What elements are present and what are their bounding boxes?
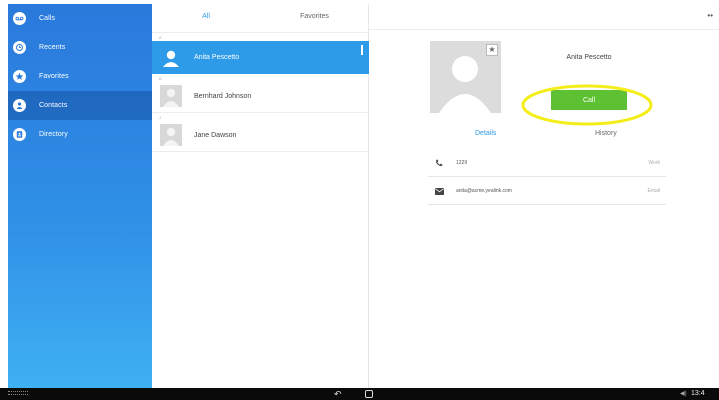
volume-icon: ◀)	[680, 391, 687, 397]
email-icon	[435, 182, 445, 200]
sidebar-item-calls[interactable]: Calls	[8, 4, 152, 33]
tab-details[interactable]: Details	[475, 130, 496, 137]
back-icon[interactable]: ↶	[334, 388, 342, 400]
sidebar-item-contacts[interactable]: Contacts	[8, 91, 152, 120]
scroll-handle[interactable]	[361, 45, 363, 55]
phone-row[interactable]: 1229 Work	[428, 149, 666, 177]
divider	[369, 29, 719, 30]
avatar	[160, 85, 182, 107]
avatar	[160, 124, 182, 146]
sidebar-item-directory[interactable]: Directory	[8, 120, 152, 149]
phone-number: 1229	[456, 159, 468, 166]
avatar	[160, 46, 182, 69]
sidebar-item-label: Calls	[39, 15, 56, 22]
clock: 13:4	[691, 390, 705, 397]
home-icon[interactable]	[365, 390, 373, 398]
contact-row[interactable]: Bernhard Johnson	[152, 80, 369, 113]
contact-name: Bernhard Johnson	[194, 92, 252, 100]
section-letter: A	[159, 35, 162, 40]
tab-history[interactable]: History	[595, 130, 617, 137]
email-type-label: Email	[647, 187, 660, 194]
email-row[interactable]: anita@acme.yealink.com Email	[428, 177, 666, 205]
tab-favorites[interactable]: Favorites	[260, 4, 369, 29]
call-button[interactable]: Call	[551, 90, 627, 110]
contact-list-panel: All Favorites A Anita Pescetto B Bernhar…	[152, 4, 369, 388]
sidebar: Calls Recents Favorites Contacts Directo…	[8, 4, 152, 388]
sidebar-item-label: Directory	[39, 131, 68, 138]
sidebar-item-label: Contacts	[39, 102, 68, 109]
divider	[152, 32, 369, 33]
star-icon	[13, 70, 26, 83]
keyboard-indicator-icon	[8, 391, 28, 395]
directory-icon	[13, 128, 26, 141]
phone-icon	[435, 154, 445, 172]
contact-name: Jane Dawson	[194, 131, 237, 139]
tab-all[interactable]: All	[152, 4, 260, 29]
contact-row-selected[interactable]: Anita Pescetto	[152, 41, 369, 74]
overflow-menu-icon[interactable]: ••	[707, 12, 713, 20]
phone-type-label: Work	[648, 159, 660, 166]
contact-row[interactable]: Jane Dawson	[152, 119, 369, 152]
contact-detail-panel: ★ Anita Pescetto Call Details History 12…	[369, 4, 719, 388]
contact-name-heading: Anita Pescetto	[566, 54, 612, 61]
sidebar-item-favorites[interactable]: Favorites	[8, 62, 152, 91]
contact-name: Anita Pescetto	[194, 54, 240, 61]
email-address: anita@acme.yealink.com	[456, 187, 512, 194]
sidebar-item-label: Recents	[39, 44, 66, 51]
voicemail-icon	[13, 12, 26, 25]
person-icon	[13, 99, 26, 112]
clock-icon	[13, 41, 26, 54]
contact-photo[interactable]: ★	[430, 41, 501, 113]
system-nav-bar: ↶ ◀) 13:4	[0, 388, 719, 400]
sidebar-item-recents[interactable]: Recents	[8, 33, 152, 62]
favorite-star-icon[interactable]: ★	[486, 44, 498, 56]
sidebar-item-label: Favorites	[39, 73, 69, 80]
